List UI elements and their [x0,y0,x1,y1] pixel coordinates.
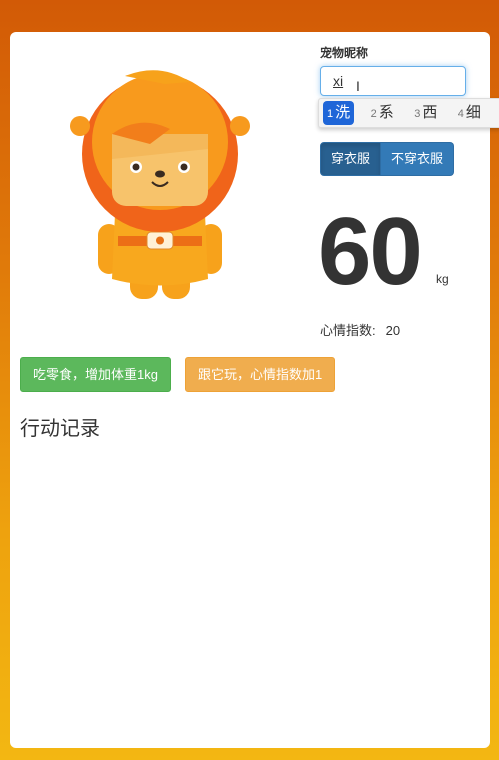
mood-label: 心情指数: [320,323,376,338]
no-clothes-button[interactable]: 不穿衣服 [381,142,455,176]
weight-value: 60 [318,198,423,305]
ime-candidate-bar: 1洗 2系 3西 4细 5习 [318,98,499,128]
ime-candidate[interactable]: 4细 [454,101,485,125]
ime-candidate[interactable]: 2系 [367,101,398,125]
text-cursor-icon: I [356,78,360,94]
nickname-input-value: xi [333,73,344,89]
ime-candidate[interactable]: 1洗 [323,101,355,125]
mood-index: 心情指数: 20 [320,320,400,339]
nickname-label: 宠物昵称 [320,46,369,60]
ime-candidate[interactable]: 3西 [410,101,441,125]
lion-mascot-image [70,70,250,299]
clothing-toggle-group: 穿衣服 不穿衣服 [320,142,455,176]
pet-card: 宠物昵称 xi I 1洗 2系 3西 4细 5习 穿衣服 不穿衣服 60 kg … [10,32,499,748]
feed-snack-button[interactable]: 吃零食，增加体重1kg [20,357,171,392]
mood-value: 20 [385,323,401,338]
nickname-input[interactable]: xi [320,66,466,96]
wear-clothes-button[interactable]: 穿衣服 [320,142,382,176]
play-button[interactable]: 跟它玩，心情指数加1 [185,357,336,392]
action-log-title: 行动记录 [20,418,100,440]
weight-unit: kg [436,272,449,286]
